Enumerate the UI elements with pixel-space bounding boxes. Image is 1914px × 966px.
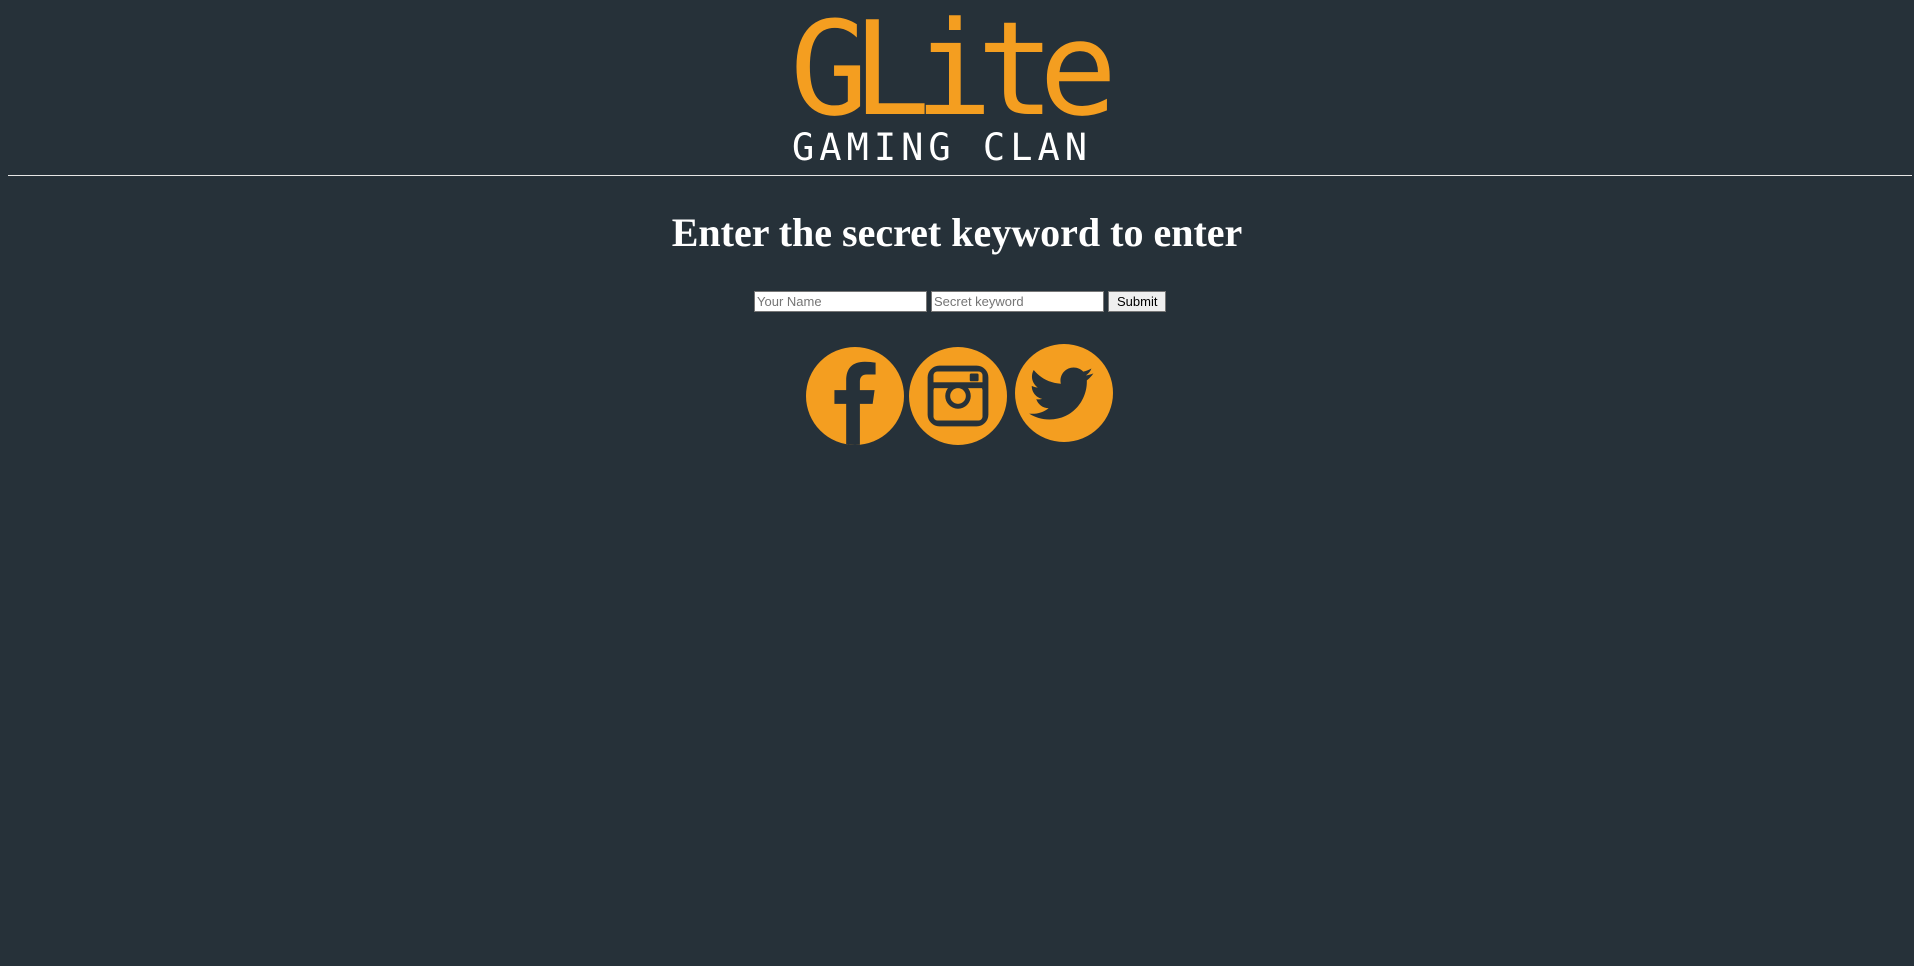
twitter-link[interactable] — [1015, 344, 1113, 442]
twitter-icon — [1015, 344, 1113, 442]
page-heading: Enter the secret keyword to enter — [671, 210, 1243, 255]
site-header: GLite GAMING CLAN — [0, 0, 1914, 176]
secret-keyword-input[interactable] — [931, 290, 1104, 312]
logo-tagline: GAMING CLAN — [792, 126, 1093, 169]
submit-button[interactable]: Submit — [1108, 290, 1167, 312]
keyword-form: Submit — [754, 290, 1167, 312]
instagram-icon — [909, 347, 1007, 445]
instagram-link[interactable] — [909, 347, 1007, 445]
logo-wordmark: GLite — [790, 0, 1117, 145]
facebook-icon — [806, 347, 904, 445]
header-divider — [8, 175, 1912, 176]
social-links — [806, 344, 1126, 445]
name-input[interactable] — [754, 290, 927, 312]
glite-logo: GLite GAMING CLAN — [790, 4, 1130, 168]
facebook-link[interactable] — [806, 347, 904, 445]
